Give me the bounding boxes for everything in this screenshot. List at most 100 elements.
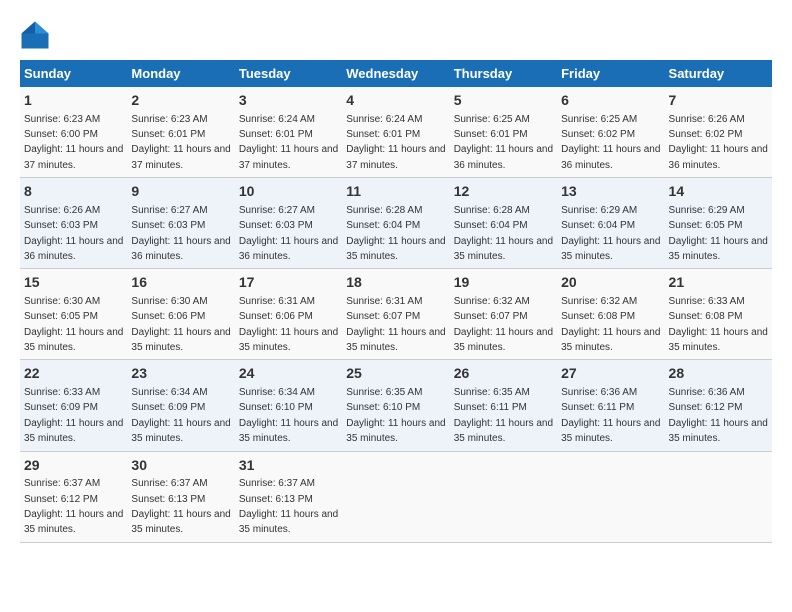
week-row-3: 15 Sunrise: 6:30 AMSunset: 6:05 PMDaylig…	[20, 269, 772, 360]
day-info: Sunrise: 6:29 AMSunset: 6:04 PMDaylight:…	[561, 205, 660, 262]
day-number: 1	[24, 91, 123, 111]
day-number: 2	[131, 91, 230, 111]
day-info: Sunrise: 6:35 AMSunset: 6:11 PMDaylight:…	[454, 387, 553, 444]
day-number: 28	[669, 364, 768, 384]
calendar-cell: 16 Sunrise: 6:30 AMSunset: 6:06 PMDaylig…	[127, 269, 234, 360]
calendar-cell: 9 Sunrise: 6:27 AMSunset: 6:03 PMDayligh…	[127, 178, 234, 269]
calendar-cell: 26 Sunrise: 6:35 AMSunset: 6:11 PMDaylig…	[450, 360, 557, 451]
day-info: Sunrise: 6:30 AMSunset: 6:05 PMDaylight:…	[24, 296, 123, 353]
day-info: Sunrise: 6:33 AMSunset: 6:08 PMDaylight:…	[669, 296, 768, 353]
day-number: 13	[561, 182, 660, 202]
calendar-cell: 28 Sunrise: 6:36 AMSunset: 6:12 PMDaylig…	[665, 360, 772, 451]
calendar-cell: 14 Sunrise: 6:29 AMSunset: 6:05 PMDaylig…	[665, 178, 772, 269]
day-info: Sunrise: 6:31 AMSunset: 6:07 PMDaylight:…	[346, 296, 445, 353]
calendar-cell: 24 Sunrise: 6:34 AMSunset: 6:10 PMDaylig…	[235, 360, 342, 451]
calendar-cell: 12 Sunrise: 6:28 AMSunset: 6:04 PMDaylig…	[450, 178, 557, 269]
day-number: 15	[24, 273, 123, 293]
day-info: Sunrise: 6:36 AMSunset: 6:11 PMDaylight:…	[561, 387, 660, 444]
calendar-cell: 13 Sunrise: 6:29 AMSunset: 6:04 PMDaylig…	[557, 178, 664, 269]
day-info: Sunrise: 6:32 AMSunset: 6:07 PMDaylight:…	[454, 296, 553, 353]
day-info: Sunrise: 6:24 AMSunset: 6:01 PMDaylight:…	[346, 114, 445, 171]
week-row-5: 29 Sunrise: 6:37 AMSunset: 6:12 PMDaylig…	[20, 451, 772, 542]
day-info: Sunrise: 6:32 AMSunset: 6:08 PMDaylight:…	[561, 296, 660, 353]
calendar-table: SundayMondayTuesdayWednesdayThursdayFrid…	[20, 60, 772, 543]
day-number: 25	[346, 364, 445, 384]
week-row-2: 8 Sunrise: 6:26 AMSunset: 6:03 PMDayligh…	[20, 178, 772, 269]
day-number: 24	[239, 364, 338, 384]
calendar-cell: 8 Sunrise: 6:26 AMSunset: 6:03 PMDayligh…	[20, 178, 127, 269]
day-info: Sunrise: 6:23 AMSunset: 6:01 PMDaylight:…	[131, 114, 230, 171]
week-row-1: 1 Sunrise: 6:23 AMSunset: 6:00 PMDayligh…	[20, 87, 772, 178]
day-number: 12	[454, 182, 553, 202]
day-number: 16	[131, 273, 230, 293]
day-info: Sunrise: 6:37 AMSunset: 6:12 PMDaylight:…	[24, 478, 123, 535]
day-number: 30	[131, 456, 230, 476]
day-number: 17	[239, 273, 338, 293]
day-number: 27	[561, 364, 660, 384]
day-number: 10	[239, 182, 338, 202]
day-info: Sunrise: 6:25 AMSunset: 6:01 PMDaylight:…	[454, 114, 553, 171]
day-number: 21	[669, 273, 768, 293]
calendar-cell: 17 Sunrise: 6:31 AMSunset: 6:06 PMDaylig…	[235, 269, 342, 360]
day-header-wednesday: Wednesday	[342, 60, 449, 87]
calendar-cell	[450, 451, 557, 542]
day-number: 11	[346, 182, 445, 202]
calendar-cell	[665, 451, 772, 542]
calendar-cell: 27 Sunrise: 6:36 AMSunset: 6:11 PMDaylig…	[557, 360, 664, 451]
day-number: 3	[239, 91, 338, 111]
day-number: 4	[346, 91, 445, 111]
days-header-row: SundayMondayTuesdayWednesdayThursdayFrid…	[20, 60, 772, 87]
day-header-tuesday: Tuesday	[235, 60, 342, 87]
day-info: Sunrise: 6:27 AMSunset: 6:03 PMDaylight:…	[131, 205, 230, 262]
day-number: 5	[454, 91, 553, 111]
week-row-4: 22 Sunrise: 6:33 AMSunset: 6:09 PMDaylig…	[20, 360, 772, 451]
calendar-cell: 10 Sunrise: 6:27 AMSunset: 6:03 PMDaylig…	[235, 178, 342, 269]
day-number: 8	[24, 182, 123, 202]
day-info: Sunrise: 6:26 AMSunset: 6:03 PMDaylight:…	[24, 205, 123, 262]
calendar-cell: 5 Sunrise: 6:25 AMSunset: 6:01 PMDayligh…	[450, 87, 557, 178]
calendar-cell: 7 Sunrise: 6:26 AMSunset: 6:02 PMDayligh…	[665, 87, 772, 178]
calendar-cell: 18 Sunrise: 6:31 AMSunset: 6:07 PMDaylig…	[342, 269, 449, 360]
calendar-cell: 4 Sunrise: 6:24 AMSunset: 6:01 PMDayligh…	[342, 87, 449, 178]
day-info: Sunrise: 6:37 AMSunset: 6:13 PMDaylight:…	[131, 478, 230, 535]
calendar-cell: 31 Sunrise: 6:37 AMSunset: 6:13 PMDaylig…	[235, 451, 342, 542]
page-header	[20, 20, 772, 50]
day-header-thursday: Thursday	[450, 60, 557, 87]
day-info: Sunrise: 6:25 AMSunset: 6:02 PMDaylight:…	[561, 114, 660, 171]
day-number: 14	[669, 182, 768, 202]
calendar-cell	[557, 451, 664, 542]
calendar-cell: 21 Sunrise: 6:33 AMSunset: 6:08 PMDaylig…	[665, 269, 772, 360]
calendar-cell: 19 Sunrise: 6:32 AMSunset: 6:07 PMDaylig…	[450, 269, 557, 360]
day-info: Sunrise: 6:30 AMSunset: 6:06 PMDaylight:…	[131, 296, 230, 353]
calendar-cell: 30 Sunrise: 6:37 AMSunset: 6:13 PMDaylig…	[127, 451, 234, 542]
day-info: Sunrise: 6:24 AMSunset: 6:01 PMDaylight:…	[239, 114, 338, 171]
day-info: Sunrise: 6:26 AMSunset: 6:02 PMDaylight:…	[669, 114, 768, 171]
day-number: 18	[346, 273, 445, 293]
day-info: Sunrise: 6:31 AMSunset: 6:06 PMDaylight:…	[239, 296, 338, 353]
day-info: Sunrise: 6:28 AMSunset: 6:04 PMDaylight:…	[346, 205, 445, 262]
day-number: 23	[131, 364, 230, 384]
calendar-cell: 20 Sunrise: 6:32 AMSunset: 6:08 PMDaylig…	[557, 269, 664, 360]
day-header-saturday: Saturday	[665, 60, 772, 87]
logo-icon	[20, 20, 50, 50]
day-number: 26	[454, 364, 553, 384]
calendar-cell: 23 Sunrise: 6:34 AMSunset: 6:09 PMDaylig…	[127, 360, 234, 451]
calendar-cell: 25 Sunrise: 6:35 AMSunset: 6:10 PMDaylig…	[342, 360, 449, 451]
day-info: Sunrise: 6:36 AMSunset: 6:12 PMDaylight:…	[669, 387, 768, 444]
day-header-sunday: Sunday	[20, 60, 127, 87]
day-number: 9	[131, 182, 230, 202]
day-number: 20	[561, 273, 660, 293]
calendar-cell	[342, 451, 449, 542]
calendar-cell: 29 Sunrise: 6:37 AMSunset: 6:12 PMDaylig…	[20, 451, 127, 542]
calendar-cell: 3 Sunrise: 6:24 AMSunset: 6:01 PMDayligh…	[235, 87, 342, 178]
calendar-cell: 11 Sunrise: 6:28 AMSunset: 6:04 PMDaylig…	[342, 178, 449, 269]
calendar-cell: 6 Sunrise: 6:25 AMSunset: 6:02 PMDayligh…	[557, 87, 664, 178]
day-number: 31	[239, 456, 338, 476]
calendar-cell: 22 Sunrise: 6:33 AMSunset: 6:09 PMDaylig…	[20, 360, 127, 451]
day-info: Sunrise: 6:37 AMSunset: 6:13 PMDaylight:…	[239, 478, 338, 535]
day-info: Sunrise: 6:35 AMSunset: 6:10 PMDaylight:…	[346, 387, 445, 444]
calendar-cell: 1 Sunrise: 6:23 AMSunset: 6:00 PMDayligh…	[20, 87, 127, 178]
day-info: Sunrise: 6:34 AMSunset: 6:10 PMDaylight:…	[239, 387, 338, 444]
day-info: Sunrise: 6:27 AMSunset: 6:03 PMDaylight:…	[239, 205, 338, 262]
day-number: 6	[561, 91, 660, 111]
